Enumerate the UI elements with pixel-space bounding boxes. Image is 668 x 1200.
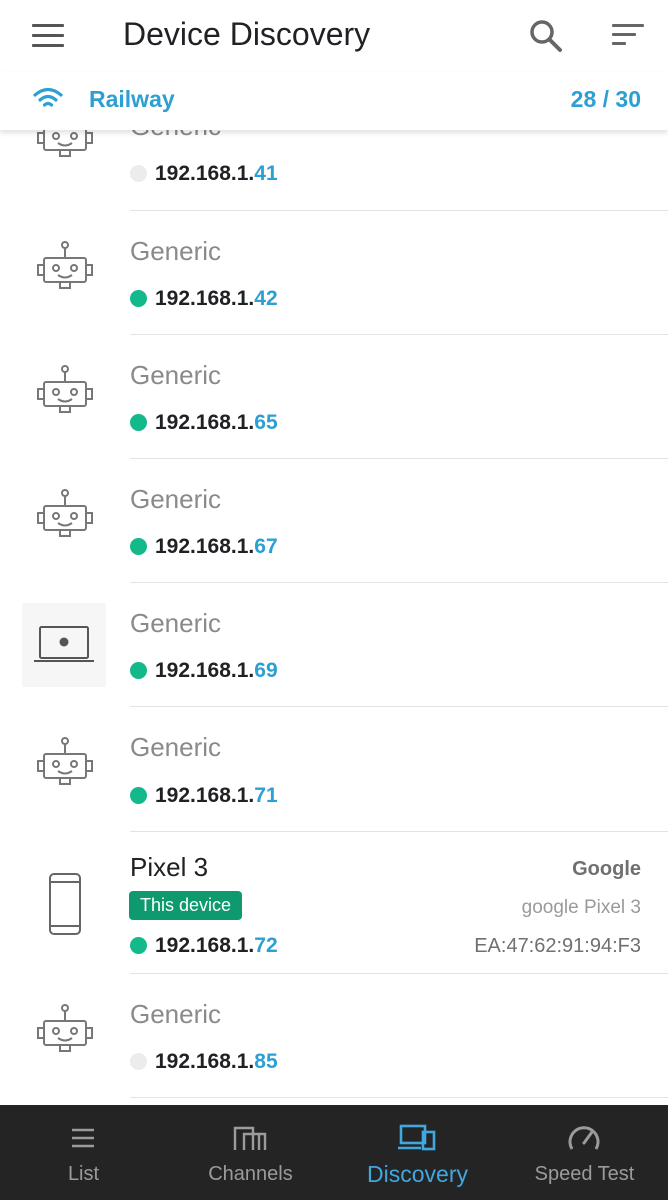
device-ip: 192.168.1.41 — [130, 162, 278, 186]
search-button[interactable] — [526, 16, 566, 56]
status-dot-online — [130, 662, 147, 679]
menu-icon — [32, 24, 64, 27]
robot-icon — [30, 486, 100, 556]
sort-icon — [612, 24, 644, 27]
nav-list-label: List — [67, 1163, 100, 1185]
device-vendor: Google — [572, 858, 641, 880]
status-dot-online — [130, 937, 147, 954]
device-name: Generic — [130, 236, 222, 266]
device-name: Generic — [130, 360, 222, 390]
channels-icon — [233, 1126, 267, 1150]
robot-icon — [30, 238, 100, 308]
nav-discovery-label: Discovery — [367, 1161, 468, 1187]
status-dot-offline — [130, 165, 147, 182]
device-row[interactable]: Generic 192.168.1.67 — [0, 459, 668, 583]
wifi-icon — [33, 87, 63, 107]
device-name: Generic — [130, 484, 222, 514]
list-icon — [72, 1128, 94, 1148]
network-name[interactable]: Railway — [89, 86, 175, 113]
bottom-navigation: List Channels Discovery Speed Test — [0, 1105, 668, 1200]
sort-button[interactable] — [608, 18, 648, 54]
network-bar: Railway 28 / 30 — [0, 72, 668, 130]
phone-icon — [30, 870, 100, 940]
nav-channels-label: Channels — [208, 1163, 293, 1185]
device-name: Generic — [130, 732, 222, 762]
status-dot-online — [130, 538, 147, 555]
status-dot-online — [130, 414, 147, 431]
device-list[interactable]: Generic 192.168.1.41 Generic 192.168.1.4… — [0, 130, 668, 1105]
robot-icon — [30, 734, 100, 804]
laptop-icon — [22, 603, 106, 687]
device-ip: 192.168.1.71 — [130, 784, 278, 808]
device-ip: 192.168.1.72 — [130, 934, 278, 958]
device-ip: 192.168.1.67 — [130, 535, 278, 559]
device-model: google Pixel 3 — [521, 897, 641, 918]
device-ip: 192.168.1.69 — [130, 659, 278, 683]
page-title: Device Discovery — [123, 16, 371, 52]
status-dot-online — [130, 787, 147, 804]
status-dot-offline — [130, 1053, 147, 1070]
device-name: Generic — [130, 608, 222, 638]
device-row-this-device[interactable]: Pixel 3 This device 192.168.1.72 Google … — [0, 832, 668, 974]
device-row[interactable]: Generic 192.168.1.65 — [0, 335, 668, 459]
device-row[interactable]: Generic 192.168.1.41 — [0, 130, 668, 211]
robot-icon — [30, 362, 100, 432]
nav-speed-test[interactable]: Speed Test — [501, 1105, 668, 1200]
device-name: Generic — [130, 130, 221, 142]
device-ip: 192.168.1.42 — [130, 287, 278, 311]
device-ip: 192.168.1.85 — [130, 1050, 278, 1074]
menu-button[interactable] — [28, 20, 68, 52]
speedometer-icon — [568, 1126, 600, 1150]
nav-list[interactable]: List — [0, 1105, 167, 1200]
status-dot-online — [130, 290, 147, 307]
search-icon — [530, 20, 562, 52]
discovery-icon — [398, 1124, 436, 1151]
robot-icon — [30, 130, 100, 176]
device-row[interactable]: Generic 192.168.1.71 — [0, 707, 668, 832]
nav-speed-test-label: Speed Test — [534, 1163, 635, 1185]
nav-discovery[interactable]: Discovery — [334, 1105, 501, 1200]
app-bar: Device Discovery — [0, 0, 668, 72]
device-name: Generic — [130, 999, 222, 1029]
device-count: 28 / 30 — [570, 86, 641, 112]
device-row[interactable]: Generic 192.168.1.85 — [0, 974, 668, 1098]
device-mac: EA:47:62:91:94:F3 — [474, 935, 641, 957]
device-row[interactable]: Generic 192.168.1.69 — [0, 583, 668, 707]
this-device-badge: This device — [129, 891, 243, 920]
device-row[interactable]: Generic 192.168.1.42 — [0, 211, 668, 335]
robot-icon — [30, 1001, 100, 1071]
device-ip: 192.168.1.65 — [130, 411, 278, 435]
device-name: Pixel 3 — [130, 852, 209, 882]
nav-channels[interactable]: Channels — [167, 1105, 334, 1200]
